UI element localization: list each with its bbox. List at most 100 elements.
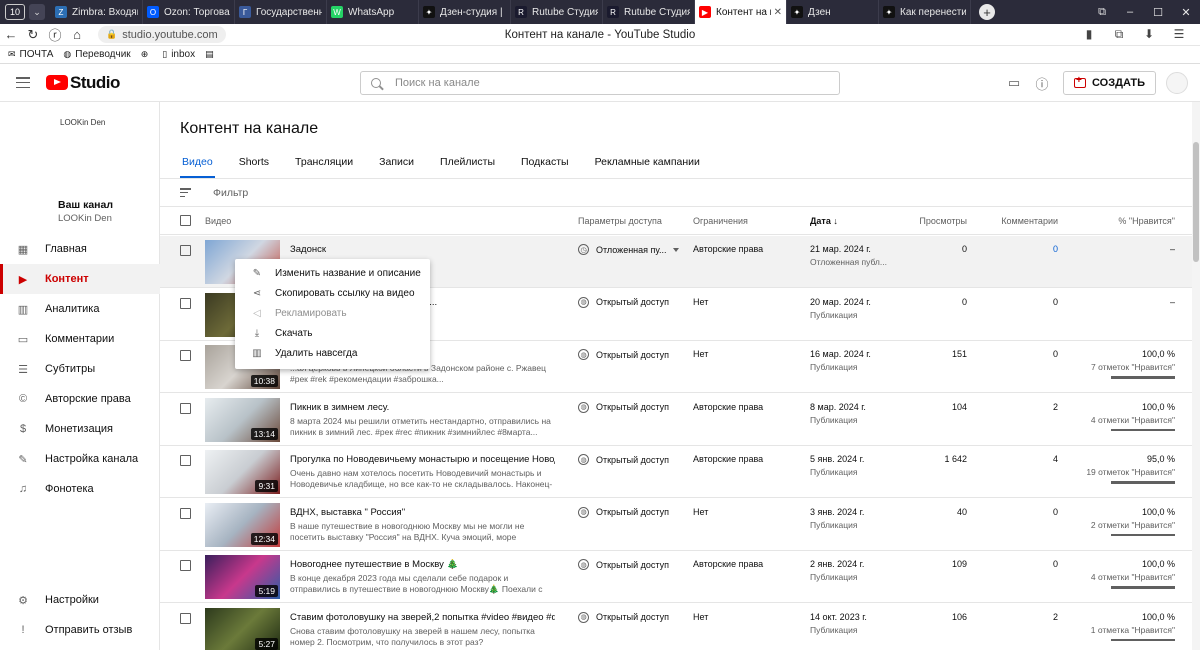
row-checkbox[interactable]: [180, 455, 191, 466]
sidebar-item[interactable]: ▶ Контент: [0, 264, 160, 294]
search-box[interactable]: [360, 71, 840, 95]
video-thumbnail[interactable]: 9:31: [205, 450, 280, 494]
video-title[interactable]: Задонск: [290, 244, 555, 255]
home-icon[interactable]: ⌂: [66, 27, 88, 42]
filter-icon[interactable]: [180, 188, 191, 197]
video-title[interactable]: ВДНХ, выставка " Россия": [290, 507, 555, 518]
restrictions-value[interactable]: Нет: [693, 297, 708, 307]
browser-tab[interactable]: Г Государственная: [235, 0, 327, 24]
scrollbar-thumb[interactable]: [1193, 142, 1199, 262]
studio-logo[interactable]: Studio: [46, 73, 120, 93]
browser-tab[interactable]: W WhatsApp: [327, 0, 419, 24]
yandex-icon[interactable]: ⓡ: [44, 25, 66, 44]
minimize-icon[interactable]: –: [1116, 6, 1144, 18]
visibility-setting[interactable]: ◍ Открытый доступ: [578, 559, 669, 570]
restrictions-value[interactable]: Нет: [693, 507, 708, 517]
video-title[interactable]: Пикник в зимнем лесу.: [290, 402, 555, 413]
channel-avatar[interactable]: LOOKin Den: [60, 118, 105, 127]
extensions-icon[interactable]: ⬇: [1134, 27, 1164, 42]
messages-icon[interactable]: ▭: [1001, 70, 1027, 96]
video-thumbnail[interactable]: 12:34: [205, 502, 280, 547]
content-tab[interactable]: Рекламные кампании: [595, 150, 700, 178]
bookmark-icon[interactable]: ▮: [1074, 27, 1104, 42]
row-checkbox[interactable]: [180, 245, 191, 256]
browser-tab[interactable]: ✦ Дзен: [787, 0, 879, 24]
visibility-setting[interactable]: ◍ Открытый доступ: [578, 349, 669, 360]
content-tab[interactable]: Видео: [180, 150, 215, 178]
row-checkbox[interactable]: [180, 612, 191, 624]
col-access[interactable]: Параметры доступа: [578, 216, 662, 226]
table-row[interactable]: 13:14 Пикник в зимнем лесу. 8 марта 2024 м…: [160, 394, 1200, 446]
bookmark-plus[interactable]: ⊕: [141, 49, 153, 60]
restrictions-value[interactable]: Авторские права: [693, 244, 763, 254]
reader-icon[interactable]: ⧉: [1104, 27, 1134, 42]
visibility-setting[interactable]: ◷ Отложенная пу...: [578, 244, 679, 255]
help-icon[interactable]: ⓘ: [1029, 70, 1055, 96]
bookmark-extra[interactable]: ▤: [205, 49, 218, 60]
browser-tab[interactable]: ▶ Контент на кан✕: [695, 0, 787, 24]
visibility-setting[interactable]: ◍ Открытый доступ: [578, 454, 669, 465]
sidebar-item[interactable]: ♫ Фонотека: [0, 474, 160, 504]
visibility-setting[interactable]: ◍ Открытый доступ: [578, 506, 669, 518]
close-window-icon[interactable]: ✕: [1172, 6, 1200, 19]
col-comments[interactable]: Комментарии: [1001, 216, 1058, 226]
row-checkbox[interactable]: [180, 402, 191, 414]
bookmark-translator[interactable]: ◍ Переводчик: [63, 49, 130, 60]
dropdown-arrow-icon[interactable]: [672, 247, 679, 252]
menu-item[interactable]: ▥ Удалить навсегда: [235, 343, 430, 363]
col-views[interactable]: Просмотры: [919, 216, 967, 226]
tab-actions-icon[interactable]: ⧉: [1088, 6, 1116, 19]
menu-item[interactable]: ✎ Изменить название и описание: [235, 263, 430, 283]
comments-value[interactable]: 0: [1053, 244, 1058, 254]
browser-tab[interactable]: ✦ Дзен-студия | Ка: [419, 0, 511, 24]
visibility-setting[interactable]: ◍ Открытый доступ: [578, 401, 669, 413]
hamburger-menu-icon[interactable]: [16, 77, 30, 88]
menu-item[interactable]: ⋖ Скопировать ссылку на видео: [235, 283, 430, 303]
restrictions-value[interactable]: Авторские права: [693, 559, 763, 569]
sidebar-item[interactable]: ▦ Главная: [0, 234, 160, 264]
video-thumbnail[interactable]: 5:27: [205, 607, 280, 650]
content-tab[interactable]: Shorts: [239, 150, 269, 178]
browser-tab[interactable]: ✦ Как перенести св: [879, 0, 971, 24]
sidebar-item[interactable]: © Авторские права: [0, 384, 160, 414]
restrictions-value[interactable]: Нет: [693, 612, 708, 622]
col-date[interactable]: Дата ↓: [810, 216, 838, 226]
browser-tab[interactable]: Z Zimbra: Входящи: [51, 0, 143, 24]
row-checkbox[interactable]: [180, 507, 191, 519]
video-title[interactable]: Новогоднее путешествие в Москву 🎄: [290, 559, 555, 570]
browser-tab[interactable]: R Rutube Студия: [511, 0, 603, 24]
sidebar-item[interactable]: $ Монетизация: [0, 414, 160, 444]
content-tab[interactable]: Подкасты: [521, 150, 569, 178]
sidebar-item[interactable]: ▭ Комментарии: [0, 324, 160, 354]
video-title[interactable]: Ставим фотоловушку на зверей,2 попытка #…: [290, 612, 555, 623]
maximize-icon[interactable]: ☐: [1144, 6, 1172, 19]
tab-close-icon[interactable]: ✕: [774, 7, 782, 18]
menu-item[interactable]: ⤓ Скачать: [235, 323, 430, 343]
sidebar-item[interactable]: ⚙ Настройки: [0, 585, 160, 615]
content-tab[interactable]: Плейлисты: [440, 150, 495, 178]
bookmark-inbox[interactable]: ▯ inbox: [162, 49, 195, 60]
search-input[interactable]: [395, 77, 815, 89]
video-title[interactable]: Прогулка по Новодевичьему монастырю и по…: [290, 454, 555, 465]
video-thumbnail[interactable]: 5:19: [205, 555, 280, 599]
filter-bar[interactable]: Фильтр: [160, 179, 1200, 207]
table-row[interactable]: 5:19 Новогоднее путешествие в Москву 🎄 В к…: [160, 551, 1200, 603]
col-restrictions[interactable]: Ограничения: [693, 216, 748, 226]
tab-menu-chevron-icon[interactable]: ⌄: [29, 4, 45, 20]
tab-count-badge[interactable]: 10: [5, 4, 25, 20]
main-scrollbar[interactable]: [1192, 102, 1200, 650]
table-row[interactable]: 9:31 Прогулка по Новодевичьему монастырю …: [160, 446, 1200, 498]
sidebar-item[interactable]: ✎ Настройка канала: [0, 444, 160, 474]
col-likes[interactable]: % "Нравится": [1118, 216, 1175, 226]
video-thumbnail[interactable]: 13:14: [205, 397, 280, 442]
content-tab[interactable]: Трансляции: [295, 150, 353, 178]
bookmark-pochta[interactable]: ✉ ПОЧТА: [8, 49, 53, 60]
content-tab[interactable]: Записи: [379, 150, 414, 178]
visibility-setting[interactable]: ◍ Открытый доступ: [578, 296, 669, 308]
restrictions-value[interactable]: Нет: [693, 349, 708, 359]
menu-icon[interactable]: ☰: [1164, 27, 1194, 42]
row-checkbox[interactable]: [180, 560, 191, 571]
visibility-setting[interactable]: ◍ Открытый доступ: [578, 611, 669, 623]
restrictions-value[interactable]: Авторские права: [693, 402, 763, 412]
table-row[interactable]: 12:34 ВДНХ, выставка " Россия" В наше путе…: [160, 499, 1200, 551]
